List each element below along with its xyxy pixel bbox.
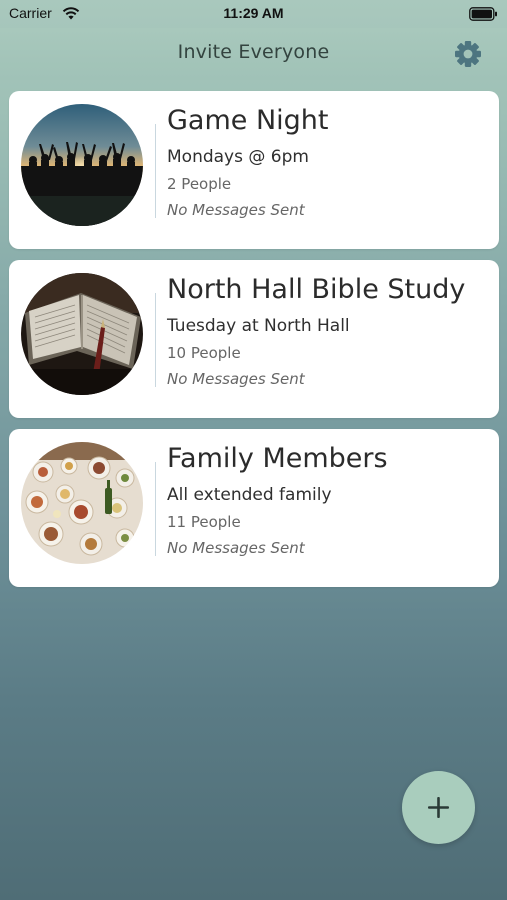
- status-bar: Carrier 11:29 AM: [0, 0, 507, 28]
- open-bible-photo: [21, 273, 143, 395]
- group-card-north-hall-bible-study[interactable]: North Hall Bible Study Tuesday at North …: [9, 260, 499, 418]
- gear-icon[interactable]: [453, 39, 483, 69]
- group-card-family-members[interactable]: Family Members All extended family 11 Pe…: [9, 429, 499, 587]
- dinner-table-photo: [21, 442, 143, 564]
- group-subtitle: Mondays @ 6pm: [167, 147, 309, 167]
- group-title: North Hall Bible Study: [167, 274, 466, 305]
- card-divider: [155, 462, 156, 556]
- card-divider: [155, 293, 156, 387]
- group-messages-status: No Messages Sent: [167, 539, 305, 557]
- group-people-count: 11 People: [167, 513, 241, 531]
- nav-bar: Invite Everyone: [0, 28, 507, 80]
- battery-icon: [469, 7, 497, 21]
- group-subtitle: Tuesday at North Hall: [167, 316, 350, 336]
- add-group-button[interactable]: [402, 771, 475, 844]
- group-title: Family Members: [167, 443, 388, 474]
- group-messages-status: No Messages Sent: [167, 370, 305, 388]
- card-divider: [155, 124, 156, 218]
- plus-icon: [428, 797, 449, 818]
- group-card-game-night[interactable]: Game Night Mondays @ 6pm 2 People No Mes…: [9, 91, 499, 249]
- page-title: Invite Everyone: [177, 41, 330, 63]
- group-people-count: 2 People: [167, 175, 232, 193]
- group-title: Game Night: [167, 105, 329, 136]
- group-messages-status: No Messages Sent: [167, 201, 305, 219]
- group-subtitle: All extended family: [167, 485, 332, 505]
- clock: 11:29 AM: [223, 5, 284, 21]
- silhouettes-at-sunset-photo: [21, 104, 143, 226]
- group-people-count: 10 People: [167, 344, 241, 362]
